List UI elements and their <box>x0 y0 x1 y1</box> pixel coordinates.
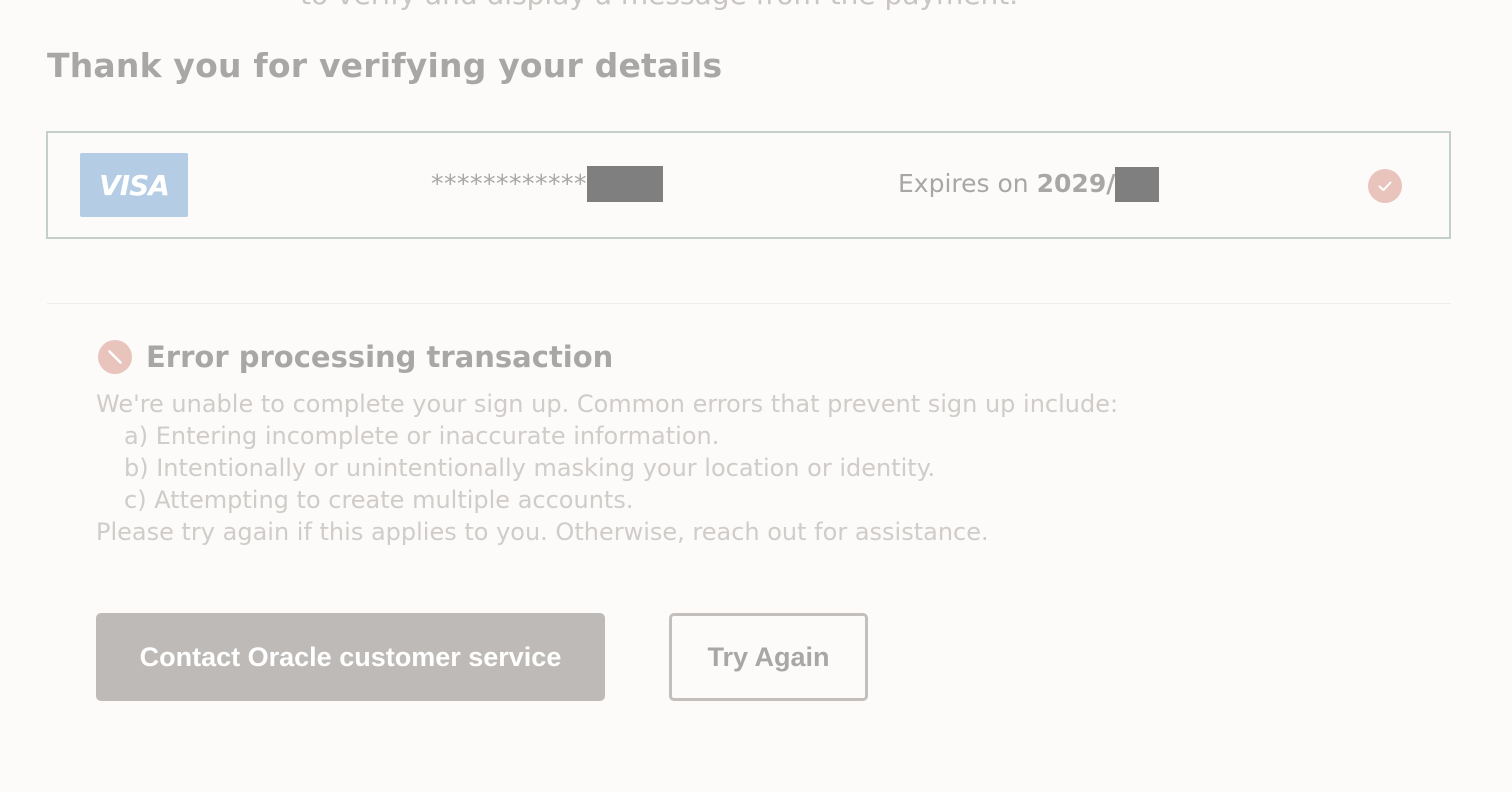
error-reason: b) Intentionally or unintentionally mask… <box>124 454 936 482</box>
prohibited-icon <box>98 340 132 374</box>
visa-logo: VISA <box>80 153 188 217</box>
payment-card-row: VISA ************ Expires on 2029/ <box>46 131 1451 239</box>
redacted-expiry-month <box>1115 166 1160 202</box>
error-reason: c) Attempting to create multiple account… <box>124 486 634 514</box>
redacted-card-digits <box>587 166 663 202</box>
error-intro: We're unable to complete your sign up. C… <box>96 390 1119 418</box>
page-title: Thank you for verifying your details <box>47 46 723 85</box>
card-expiry: Expires on 2029/ <box>898 165 1160 203</box>
error-message: We're unable to complete your sign up. C… <box>96 388 1118 548</box>
expiry-label: Expires on <box>898 169 1029 198</box>
contact-customer-service-button[interactable]: Contact Oracle customer service <box>96 613 605 701</box>
card-number: ************ <box>431 165 663 203</box>
top-cut-text: to verify and display a message from the… <box>300 0 1018 11</box>
error-header: Error processing transaction <box>98 340 613 374</box>
error-title: Error processing transaction <box>146 340 614 374</box>
error-outro: Please try again if this applies to you.… <box>96 518 989 546</box>
card-number-mask: ************ <box>431 169 587 198</box>
check-icon-glyph <box>1378 181 1392 191</box>
check-icon <box>1368 169 1402 203</box>
error-reason: a) Entering incomplete or inaccurate inf… <box>124 422 720 450</box>
try-again-button[interactable]: Try Again <box>669 613 868 701</box>
section-divider <box>47 303 1451 304</box>
expiry-year: 2029/ <box>1036 169 1116 198</box>
page: to verify and display a message from the… <box>0 0 1512 792</box>
prohibited-icon-glyph <box>108 350 122 364</box>
